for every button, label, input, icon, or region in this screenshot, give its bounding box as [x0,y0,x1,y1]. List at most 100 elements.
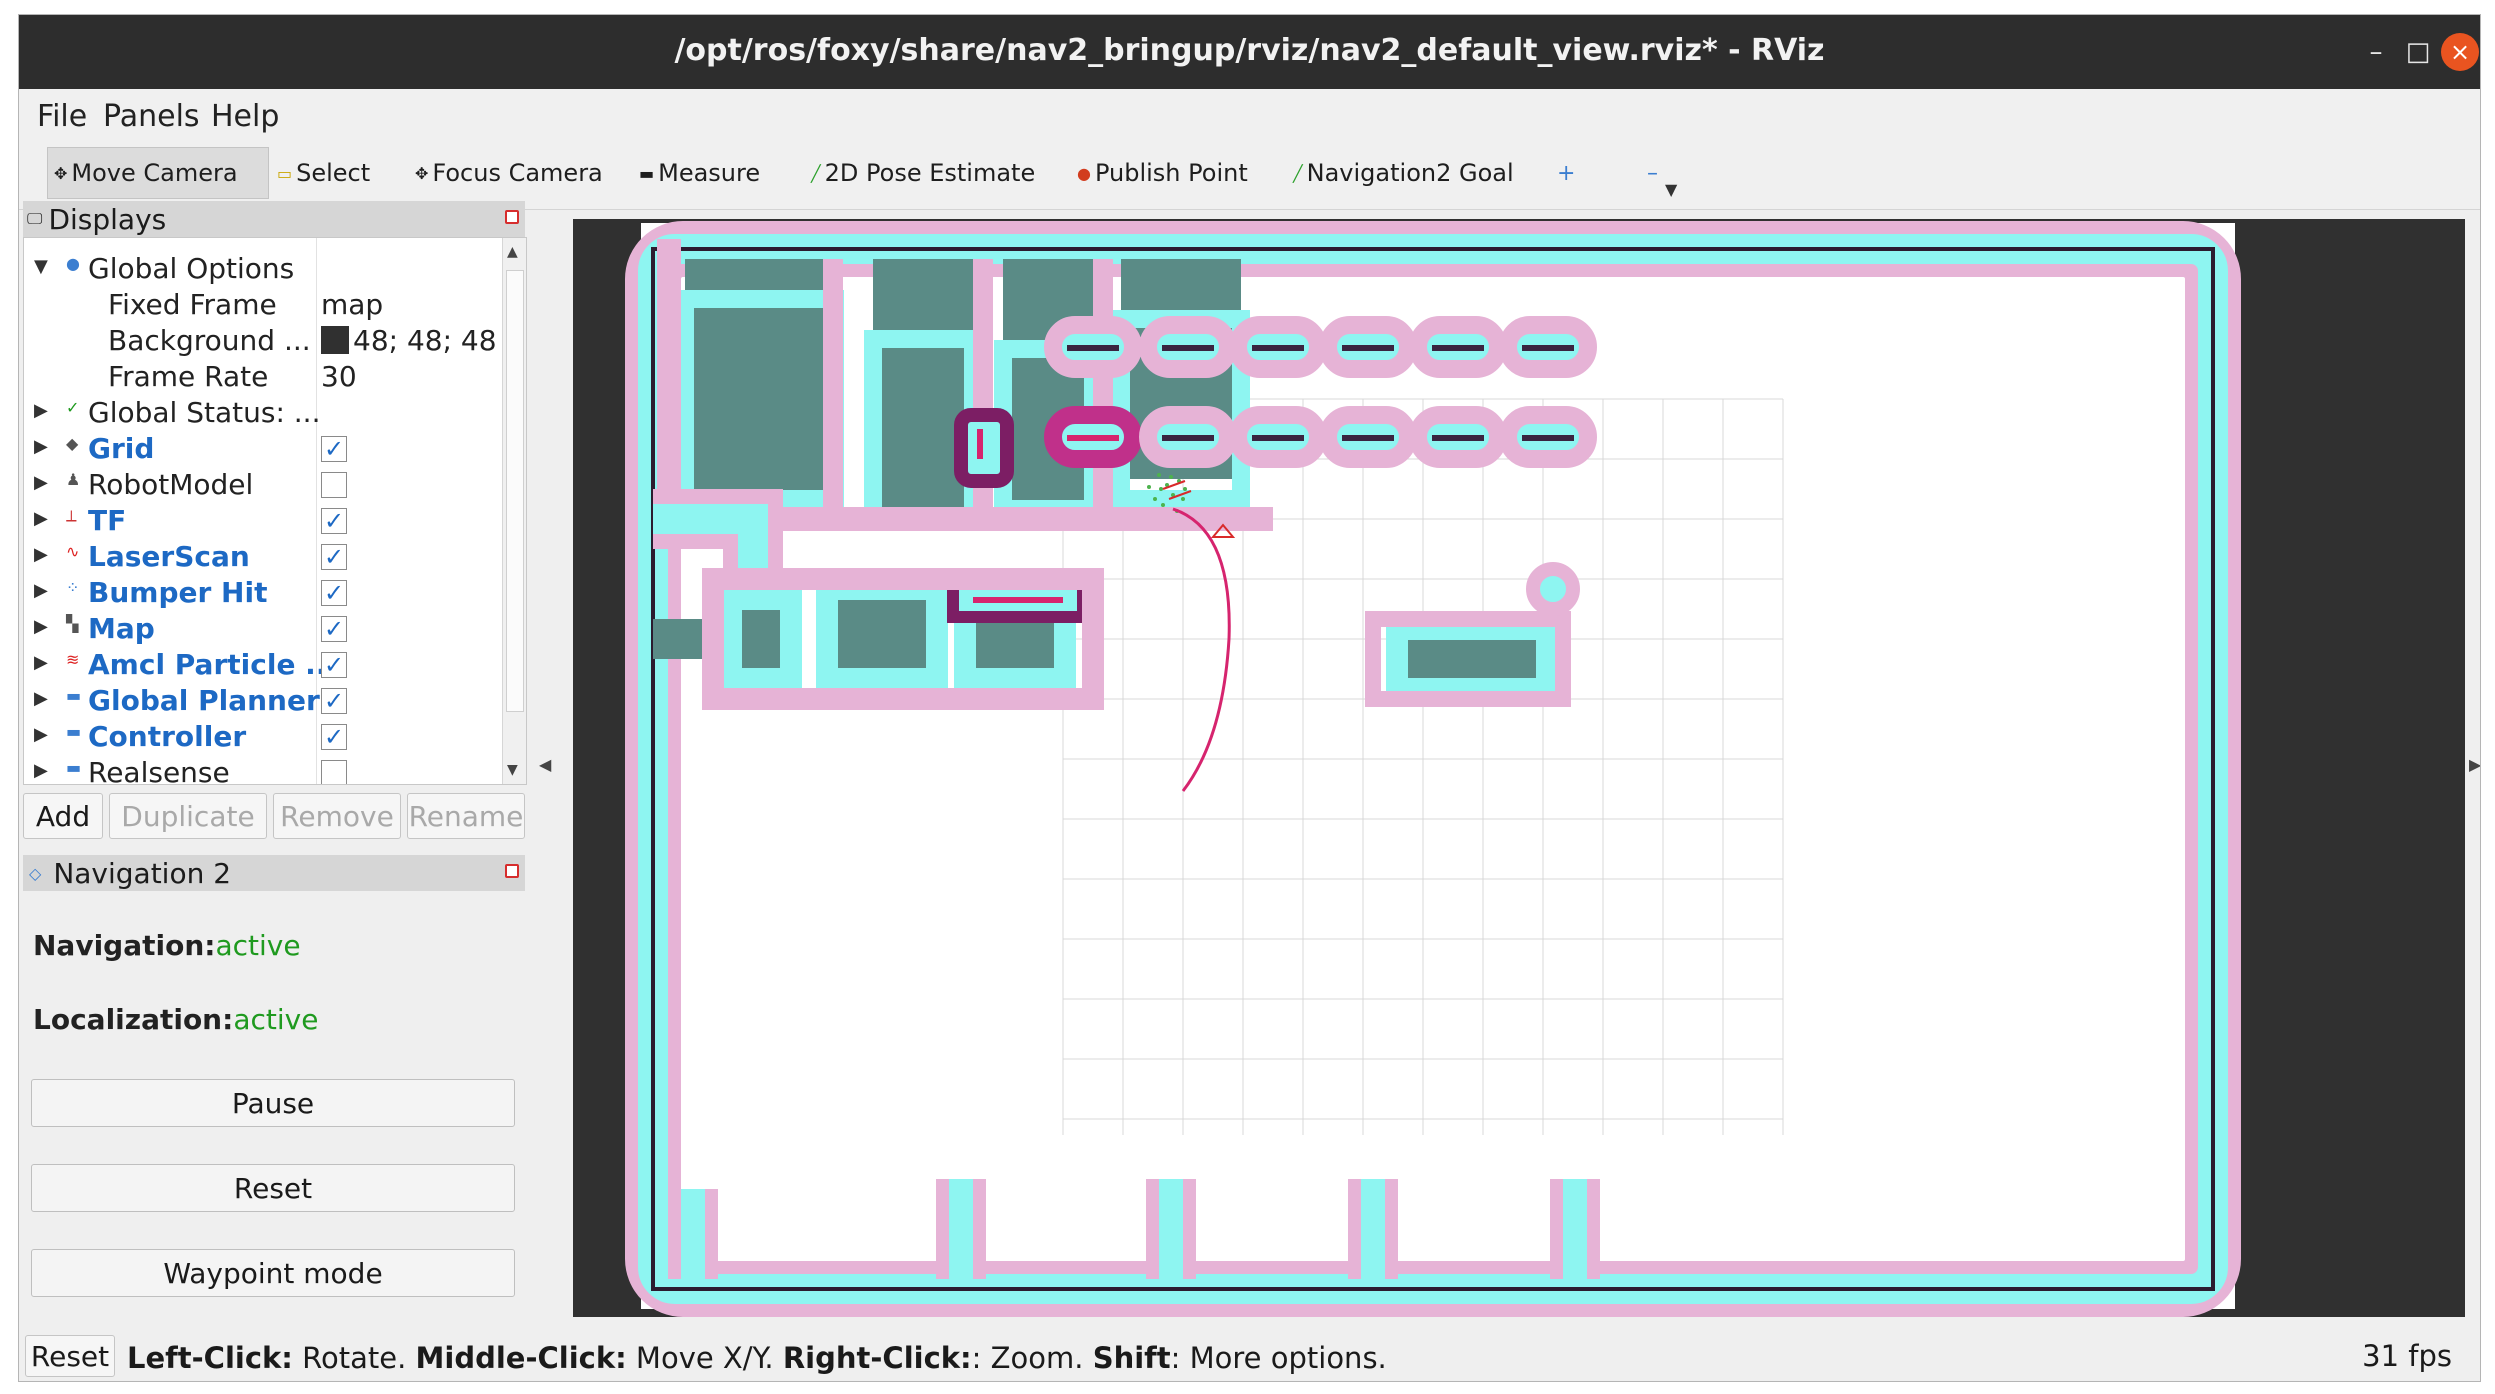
add-tool-button[interactable]: + [1551,147,1581,199]
tree-row-laserscan[interactable]: ▶ ∿ LaserScan ✓ [24,540,502,576]
splitter-right-arrow-icon[interactable]: ▶ [2469,755,2480,774]
chevron-right-icon[interactable]: ▶ [34,580,48,601]
nav2-panel-header[interactable]: ◇ Navigation 2 [23,855,525,891]
tree-label: Frame Rate [108,360,269,393]
status-hint: Left-Click: Rotate. Middle-Click: Move X… [127,1341,1387,1375]
maximize-button[interactable]: □ [2399,33,2437,71]
tree-row-tf[interactable]: ▶ ⟂ TF ✓ [24,504,502,540]
panel-close-icon[interactable] [505,864,519,878]
map-icon: ▚ [66,614,79,633]
splitter-left-arrow-icon[interactable]: ◀ [539,755,551,774]
panel-close-icon[interactable] [505,210,519,224]
amcl-particle-checkbox[interactable]: ✓ [321,652,347,678]
tool-label: Navigation2 Goal [1306,159,1514,187]
laser-icon: ∿ [66,542,80,561]
tree-row-global-status[interactable]: ▶ ✓ Global Status: ... [24,396,502,432]
chevron-right-icon[interactable]: ▶ [34,724,48,745]
tool-focus-camera[interactable]: ✥ Focus Camera [409,147,609,199]
tree-label: Global Planner [88,684,320,717]
chevron-right-icon[interactable]: ▶ [34,760,48,781]
close-button[interactable]: × [2441,33,2479,71]
chevron-right-icon[interactable]: ▶ [34,472,48,493]
realsense-checkbox[interactable] [321,760,347,784]
costmap-render[interactable] [573,219,2465,1317]
global-planner-checkbox[interactable]: ✓ [321,688,347,714]
displays-panel-header[interactable]: 🖵 Displays [23,201,525,237]
title-bar[interactable]: /opt/ros/foxy/share/nav2_bringup/rviz/na… [19,15,2480,89]
chevron-right-icon[interactable]: ▶ [34,616,48,637]
robotmodel-checkbox[interactable] [321,472,347,498]
tree-row-background[interactable]: Background ... 48; 48; 48 [24,324,502,360]
menu-bar: File Panels Help [19,89,2480,139]
chevron-down-icon[interactable]: ▼ [1659,163,1683,215]
frame-rate-value[interactable]: 30 [321,360,357,393]
waypoint-mode-button[interactable]: Waypoint mode [31,1249,515,1297]
tf-checkbox[interactable]: ✓ [321,508,347,534]
rename-button[interactable]: Rename [407,793,525,839]
controller-checkbox[interactable]: ✓ [321,724,347,750]
tree-label: TF [88,504,127,537]
color-swatch[interactable] [321,326,349,354]
goal-arrow-icon: ╱ [1293,163,1303,183]
displays-tree[interactable]: ▼ ● Global Options Fixed Frame map Backg… [23,237,527,785]
chevron-down-icon[interactable]: ▼ [34,256,48,277]
duplicate-button[interactable]: Duplicate [109,793,267,839]
3d-viewport[interactable] [573,219,2465,1317]
chevron-right-icon[interactable]: ▶ [34,508,48,529]
scroll-down-icon[interactable]: ▼ [507,762,518,778]
add-display-button[interactable]: Add [23,793,103,839]
tool-navigation2-goal[interactable]: ╱ Navigation2 Goal [1287,147,1520,199]
chevron-right-icon[interactable]: ▶ [34,436,48,457]
chevron-right-icon[interactable]: ▶ [34,652,48,673]
tree-row-fixed-frame[interactable]: Fixed Frame map [24,288,502,324]
grid-checkbox[interactable]: ✓ [321,436,347,462]
globe-icon: ● [66,254,80,273]
middle-rooms [702,568,1104,710]
map-checkbox[interactable]: ✓ [321,616,347,642]
tool-publish-point[interactable]: ● Publish Point [1071,147,1254,199]
tool-move-camera[interactable]: ✥ Move Camera [47,147,269,199]
minimize-button[interactable]: – [2357,33,2395,71]
tree-label: Global Options [88,252,295,285]
folder-icon: ▬ [66,686,82,705]
scroll-up-icon[interactable]: ▲ [507,244,518,260]
tree-row-global-options[interactable]: ▼ ● Global Options [24,252,502,288]
background-color-text: 48; 48; 48 [353,324,497,357]
hint-left-key: Left-Click: [127,1341,293,1375]
tree-row-map[interactable]: ▶ ▚ Map ✓ [24,612,502,648]
chevron-right-icon[interactable]: ▶ [34,688,48,709]
tool-label: Move Camera [71,159,238,187]
tool-2d-pose-estimate[interactable]: ╱ 2D Pose Estimate [805,147,1041,199]
chevron-right-icon[interactable]: ▶ [34,544,48,565]
view-reset-button[interactable]: Reset [25,1335,115,1377]
points-icon: ⁘ [66,578,80,597]
tree-row-global-planner[interactable]: ▶ ▬ Global Planner ✓ [24,684,502,720]
move-camera-icon: ✥ [54,163,68,183]
menu-panels[interactable]: Panels [103,99,200,134]
tree-row-controller[interactable]: ▶ ▬ Controller ✓ [24,720,502,756]
background-value[interactable]: 48; 48; 48 [321,324,497,357]
fixed-frame-value[interactable]: map [321,288,383,321]
tree-row-bumper-hit[interactable]: ▶ ⁘ Bumper Hit ✓ [24,576,502,612]
tool-measure[interactable]: ▬ Measure [633,147,766,199]
remove-button[interactable]: Remove [273,793,401,839]
tree-scrollbar[interactable]: ▲ ▼ [502,238,526,784]
tree-row-grid[interactable]: ▶ ◆ Grid ✓ [24,432,502,468]
tree-row-robotmodel[interactable]: ▶ ♟ RobotModel [24,468,502,504]
tool-select[interactable]: ▭ Select [271,147,376,199]
tree-row-amcl-particle[interactable]: ▶ ≋ Amcl Particle ... ✓ [24,648,502,684]
chevron-right-icon[interactable]: ▶ [34,400,48,421]
pause-button[interactable]: Pause [31,1079,515,1127]
reset-nav-button[interactable]: Reset [31,1164,515,1212]
laserscan-checkbox[interactable]: ✓ [321,544,347,570]
menu-help[interactable]: Help [211,99,279,134]
tree-row-realsense[interactable]: ▶ ▬ Realsense [24,756,502,784]
tree-label: Fixed Frame [108,288,277,321]
local-obstacle-top [954,408,1014,488]
tree-row-frame-rate[interactable]: Frame Rate 30 [24,360,502,396]
axes-icon: ⟂ [66,506,77,525]
scroll-thumb[interactable] [506,270,524,712]
bumper-hit-checkbox[interactable]: ✓ [321,580,347,606]
menu-file[interactable]: File [37,99,87,134]
tree-label: LaserScan [88,540,250,573]
